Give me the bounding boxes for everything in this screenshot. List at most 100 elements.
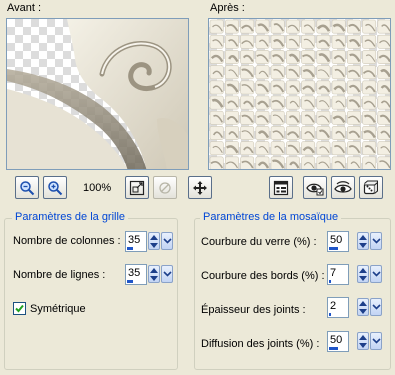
glass-curvature-slider-bar[interactable]	[329, 247, 338, 250]
mosaic-tile	[316, 141, 331, 156]
columns-slider-bar[interactable]	[127, 247, 133, 250]
mosaic-tile	[209, 34, 224, 49]
mosaic-tile	[362, 156, 377, 169]
spin-down-icon	[150, 242, 158, 248]
spin-up-icon	[150, 234, 158, 240]
mosaic-tile	[362, 50, 377, 64]
joint-diffusion-input[interactable]: 50	[327, 331, 349, 352]
joint-diffusion-spin-updown[interactable]	[357, 332, 369, 350]
proof-preview-button[interactable]	[303, 176, 327, 199]
edge-curvature-label: Courbure des bords (%) :	[201, 270, 325, 282]
symmetric-label: Symétrique	[30, 303, 86, 315]
spin-down-icon	[359, 342, 367, 348]
symmetric-checkbox[interactable]	[13, 302, 26, 315]
edge-curvature-value: 7	[330, 267, 337, 279]
edge-curvature-dropdown[interactable]	[370, 265, 382, 283]
chevron-down-icon	[371, 238, 381, 244]
after-preview-mosaic	[209, 19, 390, 169]
rows-value: 35	[128, 267, 141, 279]
mosaic-tile	[377, 34, 390, 49]
mosaic-tile	[209, 80, 224, 95]
joint-diffusion-label: Diffusion des joints (%) :	[201, 338, 320, 350]
mosaic-tile	[255, 141, 270, 156]
after-label: Après :	[210, 2, 245, 14]
fit-to-window-button[interactable]	[125, 176, 149, 199]
rows-spin-updown[interactable]	[148, 265, 160, 283]
joint-thickness-dropdown[interactable]	[370, 298, 382, 316]
randomize-button[interactable]	[359, 176, 383, 199]
zoom-in-icon	[47, 180, 63, 196]
grid-params-title: Paramètres de la grille	[12, 211, 129, 224]
joint-thickness-label: Épaisseur des joints :	[201, 304, 306, 316]
after-preview[interactable]	[208, 18, 391, 170]
columns-dropdown[interactable]	[161, 232, 173, 250]
edge-curvature-spin-updown[interactable]	[357, 265, 369, 283]
glass-curvature-value: 50	[330, 234, 343, 246]
spin-up-icon	[359, 234, 367, 240]
rows-spinner[interactable]	[148, 265, 174, 283]
columns-spinner[interactable]	[148, 232, 174, 250]
mosaic-tile	[240, 80, 255, 95]
joint-thickness-spinner[interactable]	[357, 298, 383, 316]
pan-button[interactable]	[188, 176, 212, 199]
mosaic-tile	[270, 141, 285, 156]
mosaic-tile	[377, 141, 390, 156]
columns-label: Nombre de colonnes :	[13, 235, 121, 247]
edge-curvature-spinner[interactable]	[357, 265, 383, 283]
mosaic-tile	[362, 19, 377, 34]
chevron-down-icon	[162, 271, 172, 277]
preview-disabled-icon	[157, 180, 173, 196]
mosaic-tile	[286, 95, 300, 110]
fit-to-window-icon	[129, 180, 145, 196]
chevron-down-icon	[371, 304, 381, 310]
glass-curvature-spinner[interactable]	[357, 232, 383, 250]
glass-curvature-input[interactable]: 50	[327, 231, 349, 252]
mosaic-tile	[331, 156, 346, 169]
chevron-down-icon	[162, 238, 172, 244]
eye-preview-icon	[334, 180, 352, 196]
mosaic-tile	[224, 65, 239, 80]
rows-slider-bar[interactable]	[127, 280, 133, 283]
zoom-out-button[interactable]	[15, 176, 39, 199]
joint-thickness-spin-updown[interactable]	[357, 298, 369, 316]
spin-up-icon	[359, 334, 367, 340]
mosaic-tile	[270, 65, 285, 80]
before-preview[interactable]	[6, 18, 189, 170]
columns-input[interactable]: 35	[125, 231, 147, 252]
preview-toggle-button[interactable]	[153, 176, 177, 199]
joint-diffusion-dropdown[interactable]	[370, 332, 382, 350]
spin-up-icon	[359, 300, 367, 306]
mosaic-tile	[301, 19, 316, 34]
joint-diffusion-slider-bar[interactable]	[329, 347, 338, 350]
preset-button[interactable]	[269, 176, 293, 199]
spin-down-icon	[359, 275, 367, 281]
mosaic-tile	[301, 95, 316, 110]
joint-diffusion-spinner[interactable]	[357, 332, 383, 350]
rows-input[interactable]: 35	[125, 264, 147, 285]
joint-thickness-slider-bar[interactable]	[329, 313, 331, 316]
joint-thickness-input[interactable]: 2	[327, 297, 349, 318]
rows-dropdown[interactable]	[161, 265, 173, 283]
columns-spin-updown[interactable]	[148, 232, 160, 250]
mosaic-tile	[209, 110, 224, 125]
edge-curvature-slider-bar[interactable]	[329, 280, 331, 283]
preview-on-image-button[interactable]	[331, 176, 355, 199]
glass-curvature-dropdown[interactable]	[370, 232, 382, 250]
mosaic-tile	[331, 65, 346, 80]
zoom-in-button[interactable]	[43, 176, 67, 199]
mosaic-tile	[362, 34, 377, 49]
edge-curvature-input[interactable]: 7	[327, 264, 349, 285]
mosaic-tile	[316, 65, 331, 80]
spin-down-icon	[359, 308, 367, 314]
spin-up-icon	[359, 267, 367, 273]
mosaic-tile	[240, 156, 255, 169]
mosaic-tile	[316, 110, 331, 125]
spin-down-icon	[150, 275, 158, 281]
dice-random-icon	[363, 180, 379, 196]
glass-curvature-spin-updown[interactable]	[357, 232, 369, 250]
mosaic-tile	[377, 95, 390, 110]
glass-curvature-label: Courbure du verre (%) :	[201, 236, 317, 248]
mosaic-tile	[240, 34, 255, 49]
zoom-out-icon	[19, 180, 35, 196]
chevron-down-icon	[371, 338, 381, 344]
